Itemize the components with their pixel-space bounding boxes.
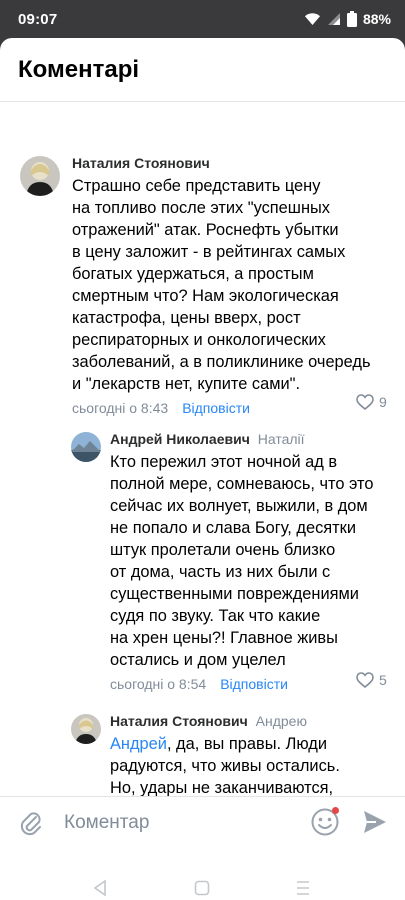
notification-dot	[332, 807, 339, 814]
comment-text: Страшно себе представить цену на топливо…	[72, 177, 371, 393]
battery-percent: 88%	[362, 11, 391, 27]
avatar[interactable]	[71, 432, 101, 462]
comments-feed[interactable]: Наталия Стоянович Страшно себе представи…	[0, 102, 405, 796]
comment-text: Андрей, да, вы правы. Люди радуются, что…	[110, 733, 395, 796]
comment-author[interactable]: Наталия Стоянович	[72, 155, 210, 171]
avatar[interactable]	[71, 714, 101, 744]
like-button[interactable]: 5	[356, 672, 387, 688]
comment-author[interactable]: Андрей Николаевич	[110, 431, 250, 447]
comment-author[interactable]: Наталия Стоянович	[110, 713, 248, 729]
status-time: 09:07	[18, 10, 58, 28]
reply-to-label[interactable]: Андрею	[256, 713, 307, 729]
send-icon[interactable]	[362, 809, 388, 840]
heart-icon	[356, 394, 374, 410]
reply-button[interactable]: Відповісти	[182, 400, 250, 416]
reply-to-label[interactable]: Наталії	[258, 431, 305, 447]
battery-icon	[346, 11, 357, 27]
avatar[interactable]	[20, 156, 60, 196]
comment-time: сьогодні о 8:54	[110, 676, 207, 692]
home-icon[interactable]	[194, 880, 210, 900]
like-count: 9	[379, 394, 387, 410]
comment-composer: Коментар	[0, 796, 405, 852]
recents-icon[interactable]	[296, 880, 310, 900]
back-icon[interactable]	[93, 879, 107, 900]
comment-input[interactable]: Коментар	[64, 812, 149, 834]
heart-icon	[356, 672, 374, 688]
signal-icon	[327, 12, 341, 26]
system-nav-bar	[0, 852, 405, 900]
mention-link[interactable]: Андрей	[110, 735, 167, 753]
status-icons: 88%	[304, 11, 391, 27]
comment-text: Кто пережил этот ночной ад в полной мере…	[110, 453, 374, 669]
attach-icon[interactable]	[18, 809, 44, 844]
wifi-icon	[304, 12, 321, 26]
page-title: Коментарі	[18, 56, 140, 83]
like-count: 5	[379, 672, 387, 688]
status-bar: 09:07 88%	[0, 0, 405, 38]
reply-button[interactable]: Відповісти	[220, 676, 288, 692]
comments-sheet: Коментарі Наталия Стоянович Страшно себе…	[0, 38, 405, 900]
like-button[interactable]: 9	[356, 394, 387, 410]
comment-time: сьогодні о 8:43	[72, 400, 169, 416]
